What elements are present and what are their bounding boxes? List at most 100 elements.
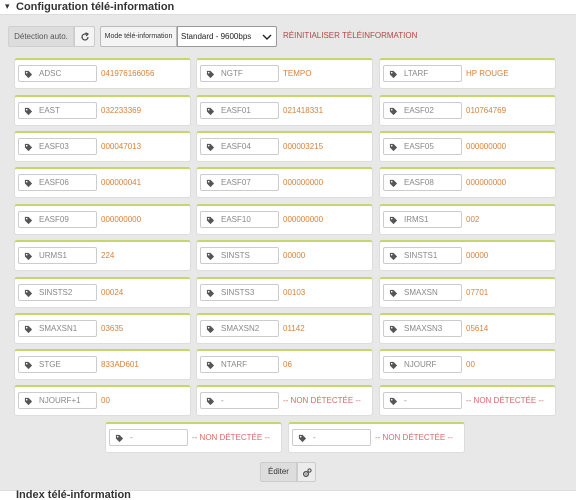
field-label-input[interactable]: SINSTS3	[200, 284, 279, 301]
tag-icon	[24, 179, 33, 188]
field-label: EAST	[39, 106, 60, 115]
field-card: SINSTS2 00024	[14, 277, 191, 308]
field-card: EASF02 010764769	[379, 95, 556, 126]
field-card: SMAXSN2 01142	[196, 313, 373, 344]
field-label-input[interactable]: EASF06	[18, 174, 97, 191]
field-label-input[interactable]: EASF07	[200, 174, 279, 191]
field-label-input[interactable]: STGE	[18, 356, 97, 373]
field-label: URMS1	[39, 251, 68, 260]
field-label-input[interactable]: -	[383, 392, 462, 409]
section-title: Configuration télé-information	[16, 1, 175, 13]
field-label-input[interactable]: SINSTS2	[18, 284, 97, 301]
field-label-input[interactable]: EASF03	[18, 138, 97, 155]
field-label-input[interactable]: NJOURF	[383, 356, 462, 373]
field-value: -- NON DÉTECTÉE --	[283, 396, 361, 405]
field-value: -- NON DÉTECTÉE --	[466, 396, 544, 405]
field-label: NTARF	[221, 360, 248, 369]
field-label-input[interactable]: EASF09	[18, 211, 97, 228]
tag-icon	[206, 289, 215, 298]
edit-button[interactable]: Éditer	[260, 462, 297, 482]
field-label-input[interactable]: SMAXSN3	[383, 320, 462, 337]
field-label-input[interactable]: SMAXSN2	[200, 320, 279, 337]
tag-icon	[24, 143, 33, 152]
field-value: TEMPO	[283, 69, 312, 78]
field-value: HP ROUGE	[466, 69, 509, 78]
tag-icon	[24, 216, 33, 225]
settings-button[interactable]	[297, 462, 316, 482]
field-label-input[interactable]: URMS1	[18, 247, 97, 264]
tag-icon	[24, 289, 33, 298]
tag-icon	[206, 216, 215, 225]
field-label: NGTF	[221, 69, 243, 78]
tag-icon	[206, 70, 215, 79]
section-header[interactable]: ▾ Configuration télé-information	[0, 0, 576, 15]
tag-icon	[389, 107, 398, 116]
field-label: STGE	[39, 360, 61, 369]
field-label-input[interactable]: SMAXSN1	[18, 320, 97, 337]
field-label-input[interactable]: EASF04	[200, 138, 279, 155]
field-label-input[interactable]: EASF02	[383, 102, 462, 119]
field-card: EASF07 000000000	[196, 167, 373, 198]
field-label-input[interactable]: SINSTS	[200, 247, 279, 264]
field-label-input[interactable]: NGTF	[200, 65, 279, 82]
reset-teleinfo-link[interactable]: RÉINITIALISER TÉLÉINFORMATION	[283, 31, 417, 40]
field-label-input[interactable]: NTARF	[200, 356, 279, 373]
field-value: 00000	[466, 251, 489, 260]
field-card: NTARF 06	[196, 349, 373, 380]
field-label: NJOURF	[404, 360, 437, 369]
tag-icon	[206, 361, 215, 370]
field-value: 00024	[101, 288, 124, 297]
tag-icon	[298, 434, 307, 443]
cogs-icon	[302, 468, 312, 478]
field-value: 000047013	[101, 142, 142, 151]
field-label-input[interactable]: IRMS1	[383, 211, 462, 228]
field-label-input[interactable]: -	[109, 429, 188, 446]
tag-icon	[24, 325, 33, 334]
field-label-input[interactable]: SINSTS1	[383, 247, 462, 264]
auto-detect-button[interactable]: Détection auto.	[8, 26, 74, 47]
field-value: 002	[466, 215, 480, 224]
field-label-input[interactable]: LTARF	[383, 65, 462, 82]
field-label: ADSC	[39, 69, 62, 78]
field-value: 000000000	[466, 142, 507, 151]
tag-icon	[389, 216, 398, 225]
field-card: NJOURF 00	[379, 349, 556, 380]
mode-select[interactable]: Standard - 9600bps	[177, 26, 277, 47]
field-label: SMAXSN1	[39, 324, 78, 333]
field-label-input[interactable]: EASF05	[383, 138, 462, 155]
field-card: SINSTS 00000	[196, 240, 373, 271]
field-label-input[interactable]: EASF01	[200, 102, 279, 119]
field-card: EAST 032233369	[14, 95, 191, 126]
field-value: 833AD601	[101, 360, 139, 369]
refresh-button[interactable]	[74, 26, 95, 47]
field-value: 000000000	[283, 215, 324, 224]
next-section-header[interactable]: Index télé-information	[0, 489, 576, 500]
field-label-input[interactable]: EASF10	[200, 211, 279, 228]
field-card: SMAXSN 07701	[379, 277, 556, 308]
field-card: SMAXSN3 05614	[379, 313, 556, 344]
tag-icon	[389, 70, 398, 79]
field-card: STGE 833AD601	[14, 349, 191, 380]
field-label: SINSTS2	[39, 288, 73, 297]
tag-icon	[115, 434, 124, 443]
field-value: 000000000	[283, 178, 324, 187]
field-label-input[interactable]: EASF08	[383, 174, 462, 191]
field-label-input[interactable]: NJOURF+1	[18, 392, 97, 409]
field-label-input[interactable]: EAST	[18, 102, 97, 119]
chevron-down-icon[interactable]: ▾	[5, 1, 10, 12]
field-label: LTARF	[404, 69, 429, 78]
field-label: IRMS1	[404, 215, 429, 224]
tag-icon	[389, 179, 398, 188]
tag-icon	[206, 252, 215, 261]
field-label-input[interactable]: -	[200, 392, 279, 409]
field-value: 00103	[283, 288, 306, 297]
field-value: 010764769	[466, 106, 507, 115]
field-label-input[interactable]: -	[292, 429, 371, 446]
field-label: -	[313, 433, 316, 442]
field-card: EASF04 000003215	[196, 131, 373, 162]
field-label-input[interactable]: ADSC	[18, 65, 97, 82]
field-card: EASF09 000000000	[14, 204, 191, 235]
field-value: 032233369	[101, 106, 142, 115]
field-card: - -- NON DÉTECTÉE --	[105, 422, 282, 453]
field-label-input[interactable]: SMAXSN	[383, 284, 462, 301]
